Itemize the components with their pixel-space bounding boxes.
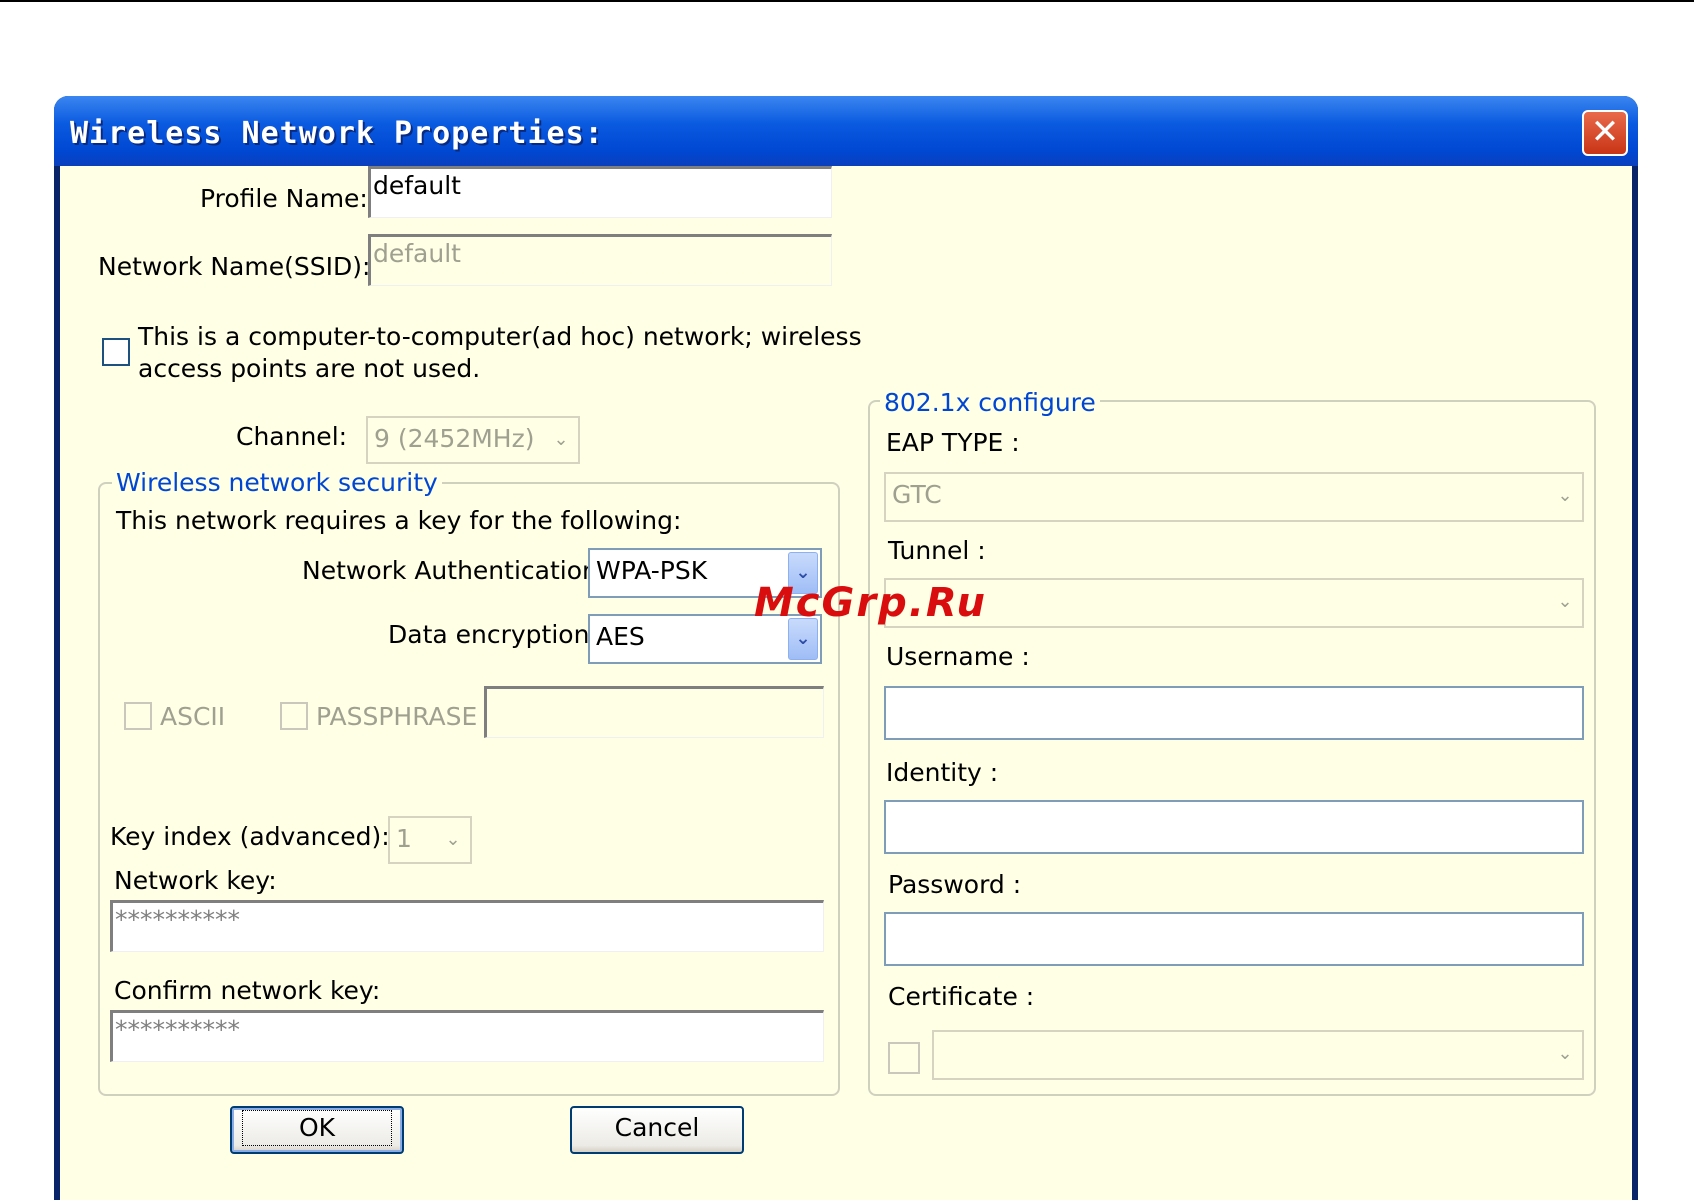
password-input[interactable] [884,912,1584,966]
data-encryption-value: AES [596,622,645,651]
eap-type-select[interactable]: GTC ⌄ [884,472,1584,522]
security-group-legend: Wireless network security [112,468,442,497]
tunnel-select[interactable]: ⌄ [884,578,1584,628]
network-auth-label: Network Authentication: [302,556,607,585]
identity-input[interactable] [884,800,1584,854]
confirm-key-label: Confirm network key: [114,976,381,1005]
title-bar[interactable]: Wireless Network Properties: ✕ [54,96,1638,166]
dialog-window: Wireless Network Properties: ✕ Profile N… [54,96,1638,1200]
ascii-label: ASCII [160,702,226,731]
close-button[interactable]: ✕ [1582,110,1628,156]
profile-name-input[interactable]: default [368,166,832,218]
cancel-button-label: Cancel [614,1113,700,1142]
network-key-label: Network key: [114,866,277,895]
data-encryption-label: Data encryption: [388,620,598,649]
certificate-label: Certificate : [888,982,1035,1011]
ssid-label: Network Name(SSID): [98,252,371,281]
identity-label: Identity : [886,758,999,787]
channel-value: 9 (2452MHz) [374,424,535,453]
adhoc-checkbox[interactable] [102,338,130,366]
requires-key-text: This network requires a key for the foll… [116,506,682,535]
ascii-checkbox[interactable] [124,702,152,730]
eap-config-legend: 802.1x configure [880,388,1100,417]
passphrase-checkbox[interactable] [280,702,308,730]
channel-select[interactable]: 9 (2452MHz) ⌄ [366,416,580,464]
adhoc-label-line1: This is a computer-to-computer(ad hoc) n… [138,322,862,351]
close-icon: ✕ [1590,112,1620,152]
window-title: Wireless Network Properties: [70,116,604,151]
watermark-text: McGrp.Ru [754,580,987,626]
chevron-down-icon: ⌄ [1557,485,1573,506]
certificate-checkbox[interactable] [888,1042,920,1074]
key-index-select[interactable]: 1 ⌄ [388,816,472,864]
adhoc-label-line2: access points are not used. [138,354,481,383]
tunnel-label: Tunnel : [888,536,986,565]
chevron-down-icon: ⌄ [1557,1043,1573,1064]
network-key-input[interactable]: ********** [110,900,824,952]
profile-name-label: Profile Name: [200,184,368,213]
certificate-select[interactable]: ⌄ [932,1030,1584,1080]
passphrase-input[interactable] [484,686,824,738]
chevron-down-icon: ⌄ [445,829,461,850]
chevron-down-icon: ⌄ [1557,591,1573,612]
username-input[interactable] [884,686,1584,740]
chevron-down-icon: ⌄ [553,429,569,450]
key-index-value: 1 [396,824,412,853]
channel-label: Channel: [236,422,348,451]
ok-button[interactable]: OK [230,1106,404,1154]
page-top-rule [0,0,1694,2]
ok-button-label: OK [241,1110,393,1146]
confirm-key-input[interactable]: ********** [110,1010,824,1062]
eap-type-label: EAP TYPE : [886,428,1020,457]
username-label: Username : [886,642,1030,671]
eap-type-value: GTC [892,480,942,509]
network-auth-value: WPA-PSK [596,556,708,585]
dialog-client-area: Profile Name: default Network Name(SSID)… [60,166,1632,1200]
cancel-button[interactable]: Cancel [570,1106,744,1154]
key-index-label: Key index (advanced): [110,822,390,851]
passphrase-label: PASSPHRASE [316,702,478,731]
ssid-input[interactable]: default [368,234,832,286]
password-label: Password : [888,870,1022,899]
